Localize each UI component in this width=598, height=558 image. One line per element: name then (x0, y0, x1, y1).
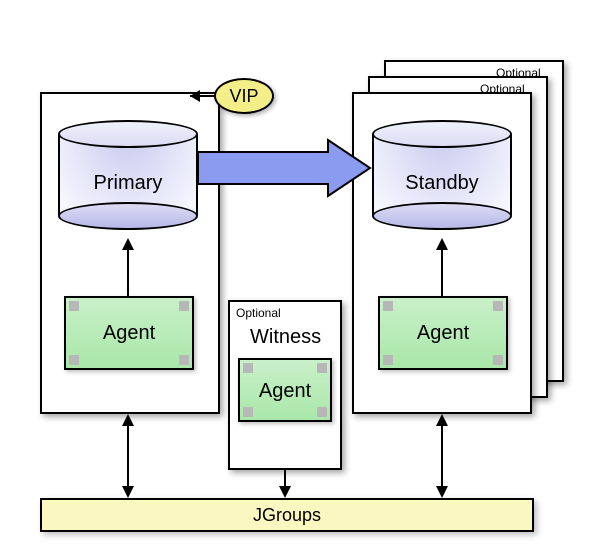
witness-agent-box: Agent (238, 358, 332, 422)
replication-label: Streaming Replication (216, 161, 353, 177)
vip-node: VIP (214, 78, 274, 114)
witness-to-jgroups-arrow-icon (279, 470, 291, 498)
witness-agent-label: Agent (240, 380, 330, 403)
witness-title: Witness (250, 326, 321, 349)
standby-db-label: Standby (372, 172, 512, 195)
standby-agent-box: Agent (378, 296, 508, 370)
jgroups-bus: JGroups (40, 498, 534, 532)
standby-agent-label: Agent (380, 322, 506, 345)
primary-agent-box: Agent (64, 296, 194, 370)
primary-agent-label: Agent (66, 322, 192, 345)
standby-database-icon: Standby (372, 120, 512, 230)
diagram-stage: Optional Optional Optional Witness Prima… (0, 0, 598, 558)
primary-db-label: Primary (58, 172, 198, 195)
standby-to-jgroups-arrow-icon (436, 414, 448, 498)
primary-to-jgroups-arrow-icon (122, 414, 134, 498)
primary-database-icon: Primary (58, 120, 198, 230)
optional-label: Optional (236, 306, 281, 320)
